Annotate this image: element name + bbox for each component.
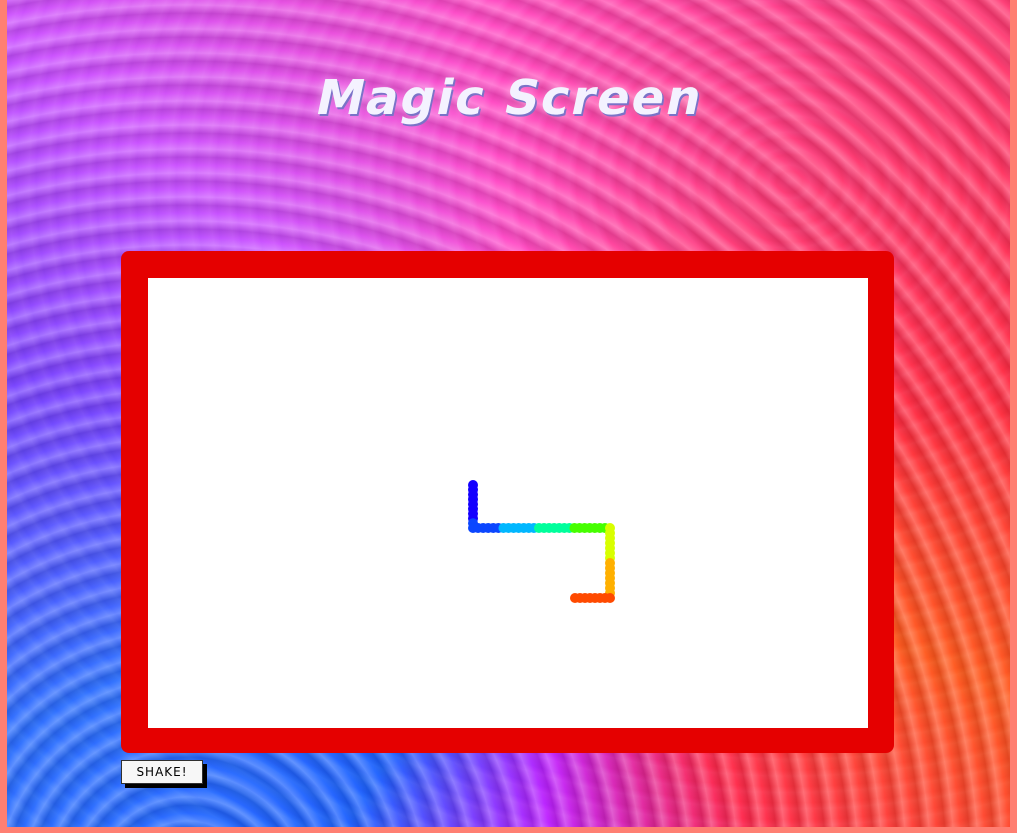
drawing-frame (121, 251, 894, 753)
shake-button[interactable]: SHAKE! (121, 760, 203, 784)
drawing-screen[interactable] (148, 278, 868, 728)
line-dot (570, 593, 580, 603)
drawing-canvas[interactable] (148, 278, 868, 728)
drawn-line (468, 480, 615, 603)
app-title: Magic Screen (310, 70, 709, 126)
